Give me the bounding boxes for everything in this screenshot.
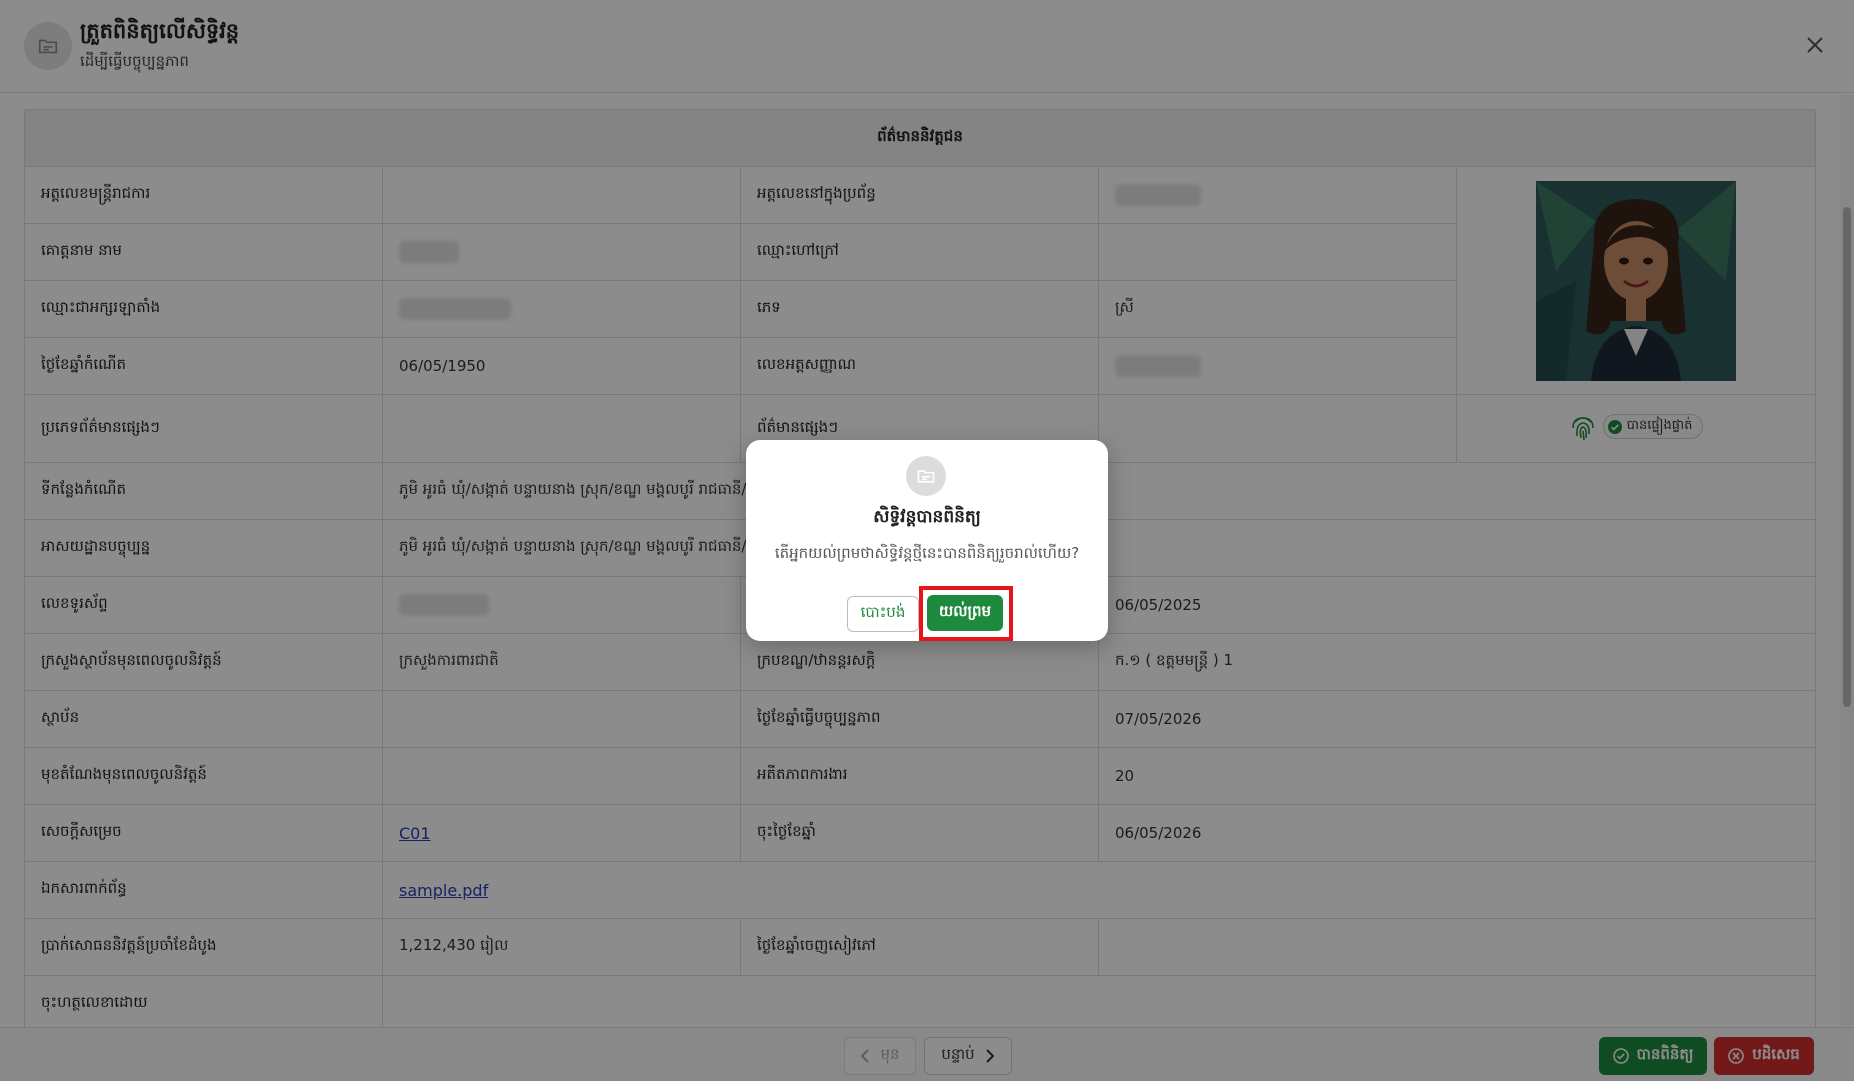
folder-icon [906, 456, 946, 496]
highlight-box [919, 586, 1013, 641]
cancel-button[interactable]: បោះបង់ [847, 596, 919, 632]
dialog-message: តើអ្នកយល់ព្រមថាសិទ្ធិវន្តថ្មីនេះបានពិនិត… [774, 544, 1080, 562]
dialog-title: សិទ្ធិវន្តបានពិនិត្យ [873, 507, 981, 527]
